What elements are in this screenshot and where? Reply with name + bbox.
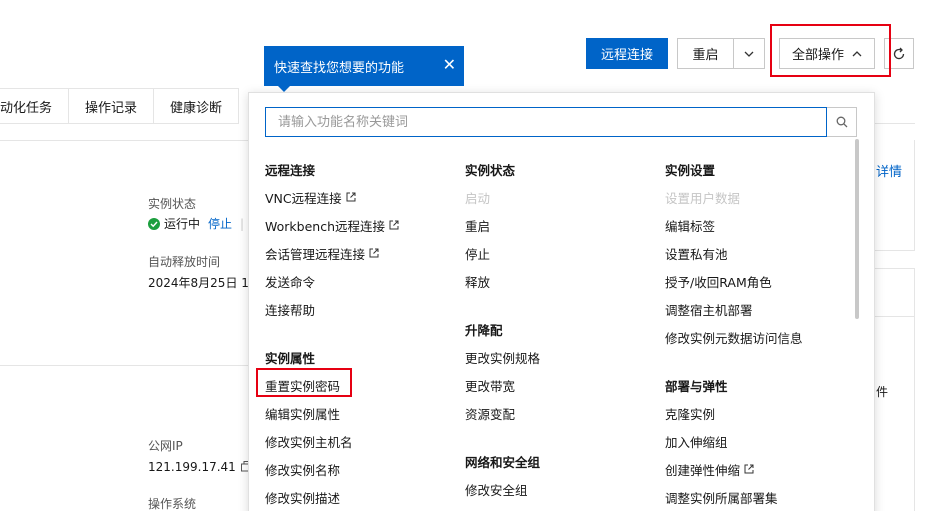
action-release[interactable]: 释放 [465,267,540,295]
section-title: 实例设置 [665,162,716,178]
divider [0,140,248,141]
feature-search-input[interactable] [265,107,827,137]
tab-operation-log[interactable]: 操作记录 [69,89,155,123]
action-join-scaling-group[interactable]: 加入伸缩组 [665,427,803,455]
action-edit-name[interactable]: 修改实例名称 [265,455,399,483]
status-label: 实例状态 [148,197,197,211]
column-3: 实例设置 设置用户数据 编辑标签 设置私有池 授予/收回RAM角色 调整宿主机部… [665,155,803,511]
action-change-spec[interactable]: 更改实例规格 [465,343,540,371]
separator: | [240,216,245,231]
action-session-connect[interactable]: 会话管理远程连接 [265,239,399,267]
action-ram-role[interactable]: 授予/收回RAM角色 [665,267,803,295]
chevron-down-icon [744,51,754,57]
all-actions-dropdown: 远程连接 VNC远程连接 Workbench远程连接 会话管理远程连接 发送命令… [248,92,875,511]
section-title: 实例状态 [465,162,516,178]
detail-tabs: 动化任务 操作记录 健康诊断 [0,88,240,124]
action-vnc-connect[interactable]: VNC远程连接 [265,183,399,211]
public-ip-label: 公网IP [148,439,183,453]
action-change-bandwidth[interactable]: 更改带宽 [465,371,540,399]
action-label: 创建弹性伸缩 [665,462,741,478]
section-title: 部署与弹性 [665,378,728,394]
action-adjust-deployment-set[interactable]: 调整实例所属部署集 [665,483,803,511]
tab-health-check[interactable]: 健康诊断 [154,89,240,123]
action-stop[interactable]: 停止 [465,239,540,267]
action-modify-metadata-access[interactable]: 修改实例元数据访问信息 [665,323,803,351]
action-set-user-data[interactable]: 设置用户数据 [665,183,803,211]
highlight-reset-password [256,368,352,397]
divider [0,365,248,366]
action-resource-change[interactable]: 资源变配 [465,399,540,427]
section-title: 升降配 [465,322,503,338]
action-label: Workbench远程连接 [265,218,385,234]
external-link-icon [346,192,356,202]
restart-button[interactable]: 重启 [677,38,734,69]
action-edit-hostname[interactable]: 修改实例主机名 [265,427,399,455]
divider [875,250,915,251]
side-char: 件 [876,385,889,399]
highlight-all-actions [770,24,891,77]
section-title: 远程连接 [265,162,316,178]
action-restart[interactable]: 重启 [465,211,540,239]
action-set-private-pool[interactable]: 设置私有池 [665,239,803,267]
search-tooltip: 快速查找您想要的功能 ✕ [264,46,464,86]
action-edit-tags[interactable]: 编辑标签 [665,211,803,239]
action-start[interactable]: 启动 [465,183,540,211]
status-row: 运行中 停止 | [148,215,244,232]
tab-automation[interactable]: 动化任务 [0,89,70,123]
tooltip-text: 快速查找您想要的功能 [274,60,405,76]
auto-release-label: 自动释放时间 [148,255,221,269]
action-workbench-connect[interactable]: Workbench远程连接 [265,211,399,239]
remote-connect-button[interactable]: 远程连接 [586,38,668,69]
action-label: VNC远程连接 [265,190,342,206]
divider [875,316,915,317]
search-button[interactable] [827,107,857,137]
action-send-command[interactable]: 发送命令 [265,267,399,295]
divider [875,123,915,124]
action-modify-security-group[interactable]: 修改安全组 [465,475,540,503]
details-link[interactable]: 详情 [876,161,902,180]
panel-border [914,140,915,250]
section-title: 实例属性 [265,350,316,366]
external-link-icon [744,464,754,474]
status-value: 运行中 [164,217,201,231]
os-label: 操作系统 [148,497,197,511]
action-edit-description[interactable]: 修改实例描述 [265,483,399,511]
restart-more-button[interactable] [733,38,765,69]
action-clone-instance[interactable]: 克隆实例 [665,399,803,427]
external-link-icon [389,220,399,230]
stop-link[interactable]: 停止 [208,215,232,232]
search-icon [836,116,847,128]
section-title: 网络和安全组 [465,454,541,470]
close-icon[interactable]: ✕ [443,56,456,74]
refresh-icon [893,47,905,59]
action-create-auto-scaling[interactable]: 创建弹性伸缩 [665,455,803,483]
public-ip-value: 121.199.17.41 [148,459,236,474]
panel-border [914,268,915,511]
action-label: 会话管理远程连接 [265,246,366,262]
divider [875,268,915,269]
action-adjust-host-deployment[interactable]: 调整宿主机部署 [665,295,803,323]
column-2: 实例状态 启动 重启 停止 释放 升降配 更改实例规格 更改带宽 资源变配 网络… [465,155,540,503]
action-edit-attributes[interactable]: 编辑实例属性 [265,399,399,427]
action-connect-help[interactable]: 连接帮助 [265,295,399,323]
tooltip-arrow [278,86,290,92]
scrollbar[interactable] [855,139,859,319]
column-1: 远程连接 VNC远程连接 Workbench远程连接 会话管理远程连接 发送命令… [265,155,399,511]
external-link-icon [369,248,379,258]
check-circle-icon [148,217,160,230]
